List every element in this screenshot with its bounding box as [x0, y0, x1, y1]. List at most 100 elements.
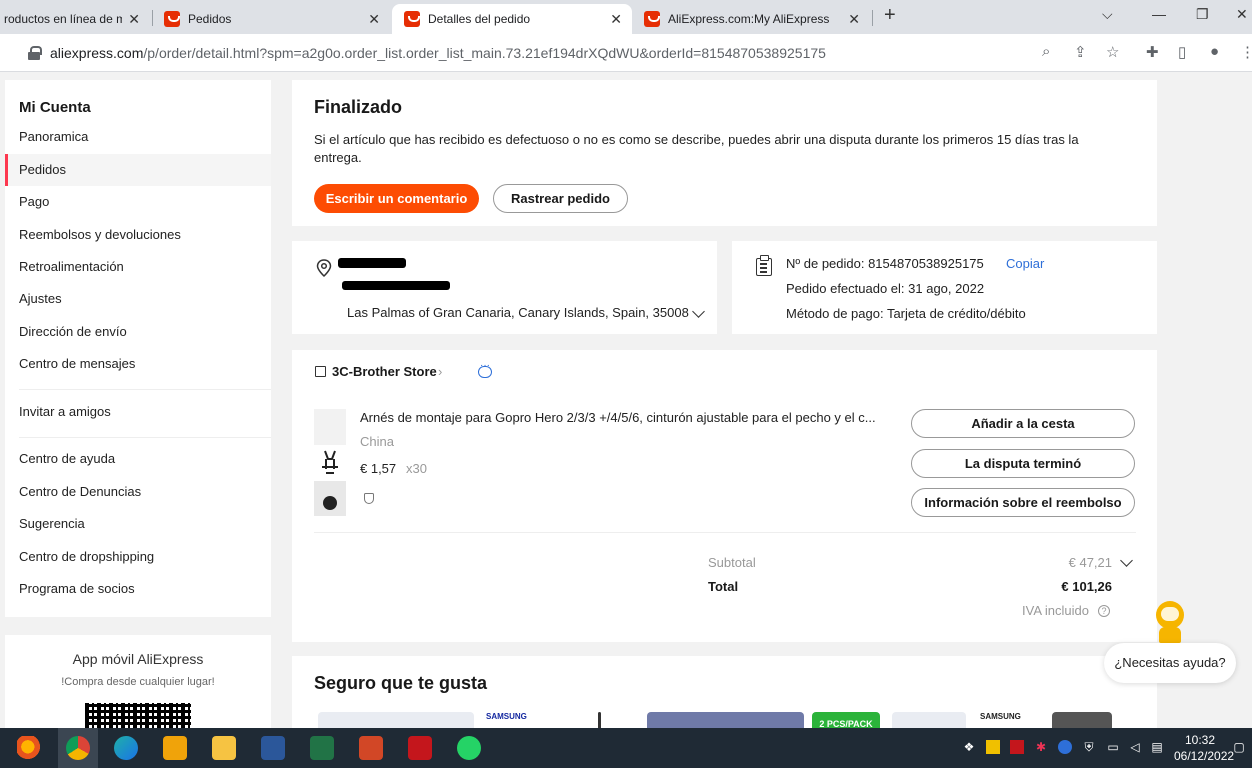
- new-tab-plus-icon[interactable]: +: [884, 4, 896, 27]
- app-promo-subtitle: !Compra desde cualquier lugar!: [61, 676, 215, 688]
- excel-icon[interactable]: [310, 736, 334, 760]
- order-status-card: Finalizado Si el artículo que has recibi…: [292, 80, 1157, 226]
- vat-help-question-icon[interactable]: ?: [1098, 605, 1110, 617]
- browser-tab-bar: roductos en línea de m ✕ Pedidos ✕ Detal…: [0, 0, 1252, 34]
- expand-address-chevron-icon[interactable]: [692, 305, 705, 318]
- extensions-puzzle-icon[interactable]: ✚: [1146, 43, 1159, 61]
- whatsapp-icon[interactable]: [457, 736, 481, 760]
- shipping-address-card: Las Palmas of Gran Canaria, Canary Islan…: [292, 241, 717, 334]
- recommended-product[interactable]: [892, 712, 966, 728]
- camera-product-image[interactable]: [314, 481, 346, 516]
- tab-pedidos[interactable]: Pedidos ✕: [156, 4, 390, 34]
- sidebar-item-ajustes[interactable]: Ajustes: [5, 283, 271, 315]
- recommendations-title: Seguro que te gusta: [314, 673, 488, 693]
- volume-icon[interactable]: ◁: [1128, 740, 1142, 754]
- outlook-icon[interactable]: [163, 736, 187, 760]
- account-sidebar: Mi Cuenta Panoramica Pedidos Pago Reembo…: [5, 80, 271, 617]
- harness-product-image[interactable]: [314, 447, 346, 479]
- security-shield-icon[interactable]: ⛨: [1082, 740, 1096, 754]
- recommended-product[interactable]: 2 PCS/PACK: [812, 712, 880, 728]
- sidebar-item-panoramica[interactable]: Panoramica: [5, 121, 271, 153]
- order-status-description: Si el artículo que has recibido es defec…: [314, 132, 1079, 165]
- file-explorer-icon[interactable]: [212, 736, 236, 760]
- tray-app-icon[interactable]: [1010, 740, 1024, 754]
- tab-my-aliexpress[interactable]: AliExpress.com:My AliExpress ✕: [634, 4, 870, 34]
- sidebar-item-mensajes[interactable]: Centro de mensajes: [5, 348, 271, 380]
- edge-icon[interactable]: [114, 736, 138, 760]
- firefox-icon[interactable]: [17, 736, 41, 760]
- tab-detalles-del-pedido[interactable]: Detalles del pedido ✕: [392, 4, 632, 34]
- acrobat-icon[interactable]: [408, 736, 432, 760]
- store-chevron-right-icon[interactable]: ›: [438, 364, 442, 379]
- recommended-product[interactable]: [1052, 712, 1112, 728]
- sidebar-divider: [19, 389, 271, 390]
- tab-label: Pedidos: [188, 12, 232, 26]
- sidebar-item-direccion-envio[interactable]: Dirección de envío: [5, 316, 271, 348]
- powerpoint-icon[interactable]: [359, 736, 383, 760]
- need-help-button[interactable]: ¿Necesitas ayuda?: [1104, 643, 1236, 683]
- recommended-product[interactable]: SAMSUNG: [980, 712, 1024, 728]
- menu-kebab-icon[interactable]: ⋮: [1240, 43, 1252, 61]
- notifications-icon[interactable]: ▢: [1232, 740, 1246, 754]
- sidebar-item-reembolsos[interactable]: Reembolsos y devoluciones: [5, 219, 271, 251]
- recommended-product[interactable]: [647, 712, 804, 728]
- sidebar-item-socios[interactable]: Programa de socios: [5, 573, 271, 605]
- sidebar-item-centro-ayuda[interactable]: Centro de ayuda: [5, 443, 271, 475]
- close-icon[interactable]: ✕: [848, 11, 860, 28]
- tab-search-chevron-icon[interactable]: ⌵: [1102, 6, 1113, 23]
- sidebar-item-denuncias[interactable]: Centro de Denuncias: [5, 476, 271, 508]
- store-icon: [315, 366, 326, 377]
- lock-icon[interactable]: [28, 46, 42, 60]
- dispute-ended-button[interactable]: La disputa terminó: [911, 449, 1135, 478]
- chat-bubble-icon[interactable]: [478, 360, 492, 378]
- recommended-product[interactable]: SAMSUNG: [486, 712, 527, 728]
- tray-app-icon[interactable]: [1058, 740, 1072, 754]
- word-icon[interactable]: [261, 736, 285, 760]
- share-icon[interactable]: ⇪: [1074, 43, 1087, 61]
- keyboard-language-icon[interactable]: ▤: [1150, 740, 1164, 754]
- sidebar-item-pedidos[interactable]: Pedidos: [5, 154, 271, 186]
- copy-order-number-link[interactable]: Copiar: [1006, 256, 1044, 271]
- tray-app-icon[interactable]: [986, 740, 1000, 754]
- chrome-icon[interactable]: [66, 736, 90, 760]
- buyer-protection-shield-icon: [364, 493, 374, 504]
- taskbar-clock[interactable]: 10:32 06/12/2022: [1174, 732, 1234, 764]
- sidebar-item-pago[interactable]: Pago: [5, 186, 271, 218]
- clock-time: 10:32: [1184, 733, 1216, 747]
- refund-info-button[interactable]: Información sobre el reembolso: [911, 488, 1135, 517]
- dropbox-tray-icon[interactable]: ❖: [962, 740, 976, 754]
- sidebar-title: Mi Cuenta: [19, 99, 91, 116]
- profile-avatar-icon[interactable]: ●: [1210, 43, 1219, 60]
- close-icon[interactable]: ✕: [128, 11, 140, 28]
- store-name-link[interactable]: 3C-Brother Store: [332, 364, 437, 379]
- track-order-button[interactable]: Rastrear pedido: [493, 184, 628, 213]
- recommended-product[interactable]: [318, 712, 474, 728]
- address-line: Las Palmas of Gran Canaria, Canary Islan…: [347, 305, 689, 320]
- close-icon[interactable]: ✕: [368, 11, 380, 28]
- minimize-icon[interactable]: —: [1152, 6, 1166, 22]
- tray-app-icon[interactable]: ✱: [1034, 740, 1048, 754]
- sidebar-item-invitar-amigos[interactable]: Invitar a amigos: [5, 396, 271, 428]
- sidebar-item-retroalimentacion[interactable]: Retroalimentación: [5, 251, 271, 283]
- window-close-icon[interactable]: ✕: [1236, 6, 1248, 23]
- recommended-product[interactable]: [598, 712, 601, 728]
- sidebar-item-sugerencia[interactable]: Sugerencia: [5, 508, 271, 540]
- product-thumbnail[interactable]: [314, 409, 346, 445]
- restore-icon[interactable]: ❐: [1196, 6, 1209, 23]
- network-icon[interactable]: ▭: [1106, 740, 1120, 754]
- zoom-search-icon[interactable]: ⌕: [1042, 43, 1050, 60]
- add-to-cart-button[interactable]: Añadir a la cesta: [911, 409, 1135, 438]
- assistant-mascot-icon[interactable]: [1152, 601, 1188, 643]
- sidebar-item-dropshipping[interactable]: Centro de dropshipping: [5, 541, 271, 573]
- order-clipboard-icon: [756, 255, 772, 276]
- expand-subtotal-chevron-icon[interactable]: [1120, 554, 1133, 567]
- write-review-button[interactable]: Escribir un comentario: [314, 184, 479, 213]
- tab-separator: [152, 10, 153, 26]
- side-panel-icon[interactable]: ▯: [1178, 43, 1186, 61]
- product-title[interactable]: Arnés de montaje para Gopro Hero 2/3/3 +…: [360, 410, 890, 425]
- bookmark-star-icon[interactable]: ☆: [1106, 43, 1119, 61]
- tab-products[interactable]: roductos en línea de m ✕: [0, 4, 150, 34]
- url-input[interactable]: aliexpress.com/p/order/detail.html?spm=a…: [12, 38, 1137, 68]
- close-icon[interactable]: ✕: [610, 11, 622, 28]
- payment-method: Método de pago: Tarjeta de crédito/débit…: [786, 306, 1026, 321]
